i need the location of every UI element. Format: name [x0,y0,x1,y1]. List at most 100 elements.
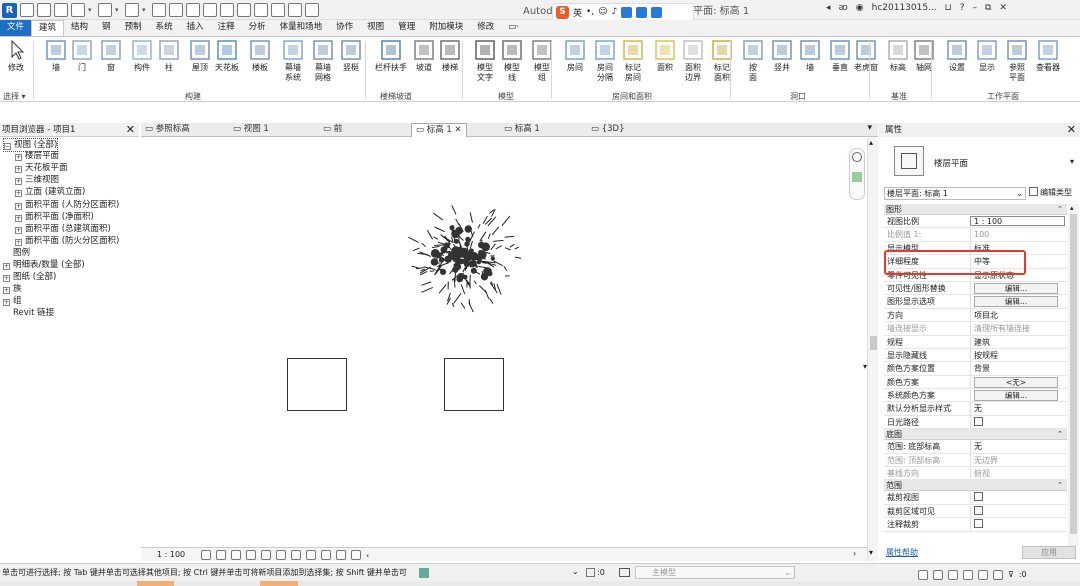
punctuation-icon[interactable]: •, [586,7,594,17]
ribbon-tab[interactable]: 注释 [211,20,242,36]
ribbon-tab[interactable]: 附加模块 [422,20,470,36]
tool-room[interactable]: 房间 [563,39,587,73]
measure-icon[interactable] [169,3,183,17]
scroll-right-icon[interactable]: › [853,549,856,558]
navigation-bar[interactable] [849,148,865,200]
property-checkbox[interactable] [974,492,983,502]
detail-level-icon[interactable] [201,550,211,560]
view-tab[interactable]: ▭ 前 [323,123,342,137]
ribbon-tab[interactable]: 体量和场地 [273,20,330,36]
switch-windows-icon[interactable] [305,3,319,17]
editable-only-icon[interactable] [586,568,595,577]
close-icon[interactable]: ✕ [126,123,135,137]
skin-icon[interactable] [636,6,648,18]
browser-item[interactable]: Revit 链接 [3,307,54,319]
visual-style-icon[interactable] [216,550,226,560]
tool-curtain-system[interactable]: 幕墙 系统 [281,39,305,83]
close-icon[interactable]: ✕ [1067,123,1076,137]
design-options-icon[interactable] [619,568,630,577]
property-edit-button[interactable]: 编辑... [974,390,1058,402]
tool-window[interactable]: 窗 [99,39,123,73]
tag-icon[interactable] [203,3,217,17]
temp-hide-icon[interactable] [306,550,316,560]
tool-model-line[interactable]: 模型 线 [500,39,524,83]
open-icon[interactable] [37,3,51,17]
restore-icon[interactable]: ⧉ [985,3,991,13]
chevron-down-icon[interactable]: ▾ [88,3,95,17]
browser-item[interactable]: + 图纸 (全部) [3,271,56,283]
property-checkbox[interactable] [974,505,983,515]
property-edit-button[interactable]: 编辑... [974,296,1058,308]
revit-app-icon[interactable]: R [2,2,17,18]
thin-lines-icon[interactable] [271,3,285,17]
tool-wall-opening[interactable]: 墙 [798,39,822,73]
tool-ceiling[interactable]: 天花板 [215,39,239,73]
tool-component[interactable]: 构件 [130,39,154,73]
view-tab[interactable]: ▭ {3D} [591,123,625,137]
drag-on-select-icon[interactable] [978,570,988,580]
ribbon-tab[interactable]: 建筑 [31,20,65,36]
property-value[interactable]: 无 [970,402,1067,415]
design-option-select[interactable]: 主模型 ⌄ [635,566,795,579]
minimize-icon[interactable]: – [972,3,977,13]
emoji-icon[interactable]: ☺ [598,7,607,17]
instance-selector[interactable]: 楼层平面: 标高 1 ⌄ [884,187,1026,200]
browser-item[interactable]: + 族 [3,283,22,295]
type-preview[interactable]: 楼层平面 ▾ [884,140,1078,186]
mic-icon[interactable]: ♪ [612,7,618,17]
ribbon-tab[interactable]: 钢 [95,20,118,36]
tool-stair[interactable]: 楼梯 [438,39,462,73]
expand-icon[interactable]: + [3,299,10,307]
browser-item[interactable]: + 明细表/数量 (全部) [3,259,85,271]
property-value[interactable]: 背景 [970,362,1067,375]
tool-door[interactable]: 门 [70,39,94,73]
keyboard-icon[interactable] [621,6,633,18]
user-icon[interactable]: ◉ [856,3,864,13]
modify-tool[interactable]: 修改 [4,39,28,73]
drawing-canvas[interactable]: ▾ [141,138,867,547]
ribbon-tab[interactable]: 分析 [242,20,273,36]
ribbon-tab[interactable]: 系统 [149,20,180,36]
chevron-down-icon[interactable]: ▾ [142,3,149,17]
ribbon-tab[interactable]: ▭· [501,20,526,36]
save-icon[interactable] [54,3,68,17]
sun-path-icon[interactable] [231,550,241,560]
shadows-icon[interactable] [246,550,256,560]
tree-plant-symbol[interactable] [407,198,525,314]
tool-viewer[interactable]: 查看器 [1036,39,1060,73]
browser-item[interactable]: + 三维视图 [15,174,59,186]
view-scale[interactable]: 1 : 100 [157,550,185,559]
expand-icon[interactable]: + [15,226,22,234]
expand-icon[interactable]: + [15,190,22,198]
search-arrow-icon[interactable]: ◂ [826,3,831,13]
expand-icon[interactable]: + [3,287,10,295]
browser-item[interactable]: + 组 [3,295,22,307]
expand-icon[interactable]: + [15,214,22,222]
collapse-icon[interactable]: ⌃ [1057,429,1063,440]
browser-item[interactable]: + 面积平面 (总建筑面积) [15,223,111,235]
property-value[interactable]: 项目北 [970,308,1067,322]
ribbon-tab[interactable]: 文件 [0,20,32,36]
tool-railing[interactable]: 栏杆扶手 [375,39,407,73]
view-tab[interactable]: ▭ 标高 1 [504,123,540,137]
cart-icon[interactable]: ⊔ [945,3,952,13]
properties-help-link[interactable]: 属性帮助 [886,547,918,558]
redo-icon[interactable] [125,3,139,17]
expand-icon[interactable]: + [3,275,10,283]
scroll-thumb[interactable] [1070,214,1077,534]
select-group-label[interactable]: 选择 ▾ [3,91,26,102]
scroll-thumb[interactable] [870,336,877,350]
ribbon-tab[interactable]: 插入 [180,20,211,36]
property-section-header[interactable]: 图形 ⌃ [884,204,1067,215]
apply-button[interactable]: 应用 [1022,546,1076,559]
tool-curtain-grid[interactable]: 幕墙 网格 [311,39,335,83]
edit-type-button[interactable]: 编辑类型 [1029,187,1072,198]
tool-ramp[interactable]: 坡道 [412,39,436,73]
section-icon[interactable] [254,3,268,17]
analytical-icon[interactable] [336,550,346,560]
property-value[interactable]: 无 [970,440,1067,453]
select-underlay-icon[interactable] [933,570,943,580]
dimension-icon[interactable] [186,3,200,17]
tool-area[interactable]: 面积 [653,39,677,73]
tool-dormer[interactable]: 老虎窗 [854,39,878,73]
